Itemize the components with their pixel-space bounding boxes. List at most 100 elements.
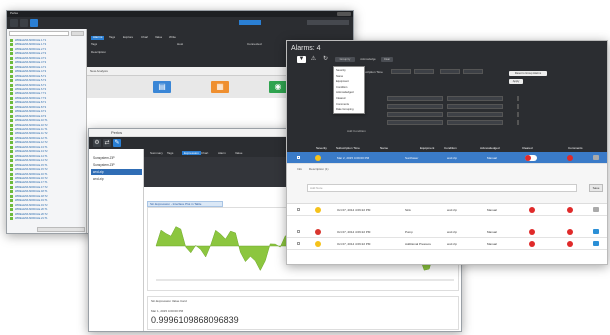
tree-item[interactable]: WIRELESS.MODULE.6.T1 [10,83,84,87]
tree-item[interactable]: WIRELESS.MODULE.13.T1 [10,145,84,149]
filter-select[interactable] [447,96,503,101]
dropdown-item[interactable]: Comments [336,103,349,106]
dropdown-item[interactable]: Cleared [336,97,345,100]
filter-select[interactable] [517,112,519,117]
comment-input[interactable]: Add Note [307,184,577,192]
tree-item[interactable]: WIRELESS.MODULE.13.T2 [10,150,84,154]
tree-item[interactable]: WIRELESS.MODULE.14.T2 [10,159,84,163]
filter-field-dropdown[interactable]: Severity Name Equipment Condition Acknowledg… [333,66,365,114]
dropdown-item[interactable]: Condition [336,86,347,89]
comment-icon[interactable] [593,241,599,246]
table-row[interactable]: Oct 07, 2014 4:09:22 PM Sink wvd.zip Manual [287,204,607,216]
filter-select[interactable] [447,104,503,109]
tree-item[interactable]: WIRELESS.MODULE.11.T1 [10,128,84,131]
acknowledge-icon[interactable] [529,229,535,235]
tab-alarm[interactable]: Alarm [216,151,228,155]
tab-explore[interactable]: Explore [123,36,133,40]
tab-alarms[interactable]: Alarms [91,36,105,40]
tree-item[interactable]: WIRELESS.MODULE.4.T1 [10,65,84,69]
tree-item[interactable]: WIRELESS.MODULE.20.T2 [10,212,84,216]
comment-icon[interactable] [593,229,599,234]
tree-item[interactable]: WIRELESS.MODULE.7.T2 [10,96,84,100]
dropdown-item[interactable]: Date Grouping [336,108,353,111]
tab-chart[interactable]: Chart [141,36,148,40]
tree-item[interactable]: WIRELESS.MODULE.18.T2 [10,194,84,198]
dropdown-item[interactable]: Name [336,75,343,78]
tree-item[interactable]: WIRELESS.MODULE.3.T1 [10,56,84,60]
window-controls[interactable] [92,131,106,144]
reset-group-button[interactable]: Reset to Group Alarms [509,71,547,76]
tree-item[interactable]: WIRELESS.MODULE.2.T1 [10,47,84,51]
column-header[interactable]: Name [380,146,388,150]
tree-item[interactable]: WIRELESS.MODULE.1.T1 [10,39,84,42]
tree-item[interactable]: WIRELESS.MODULE.11.T2 [10,132,84,136]
acknowledge-toggle[interactable] [525,155,537,161]
tree-item[interactable]: WIRELESS.MODULE.15.T1 [10,163,84,167]
filter-select[interactable] [387,112,443,117]
detail-tab[interactable]: Description (1) [309,167,329,171]
page-dots[interactable] [105,327,129,331]
tree-item[interactable]: WIRELESS.MODULE.10.T2 [10,123,84,127]
tree-filter-button[interactable] [71,31,84,36]
bell-icon[interactable]: ⚠ [309,56,318,63]
nav-up-icon[interactable] [20,19,28,27]
tree-item[interactable]: WIRELESS.MODULE.4.T2 [10,70,84,74]
comment-icon[interactable] [593,207,599,212]
tree-item[interactable]: WIRELESS.MODULE.15.T2 [10,168,84,172]
share-icon[interactable]: ⇄ [103,139,111,147]
time-from-time-input[interactable] [414,69,434,74]
apply-button[interactable]: Apply [509,79,523,84]
group-by-button[interactable]: Group by [335,57,355,62]
filter-select[interactable] [387,96,443,101]
tree-item[interactable]: WIRELESS.MODULE.12.T2 [10,141,84,145]
filter-icon[interactable]: ▼ [297,56,306,63]
tab-value[interactable]: Value [233,151,244,155]
dropdown-item[interactable]: Acknowledged [336,91,353,94]
row-checkbox[interactable] [297,230,300,233]
file-list-item[interactable]: Sunsystem.ZIP [91,162,142,168]
tree-item[interactable]: WIRELESS.MODULE.18.T1 [10,190,84,194]
tool-tile[interactable]: ▦ [211,81,229,93]
filter-select[interactable] [447,120,503,125]
time-from-input[interactable] [391,69,411,74]
tree-item[interactable]: WIRELESS.MODULE.17.T1 [10,181,84,185]
file-list-item[interactable]: wvd.zip [91,169,142,175]
row-checkbox[interactable] [297,156,300,159]
column-header[interactable]: Cleared [522,146,533,150]
tree-item[interactable]: WIRELESS.MODULE.8.T1 [10,101,84,105]
tree-item[interactable]: WIRELESS.MODULE.21.T1 [10,217,84,220]
tree-item[interactable]: WIRELESS.MODULE.3.T2 [10,61,84,65]
tree-pager[interactable] [37,227,85,232]
table-row[interactable]: Oct 07, 2014 4:09:22 PM Additional Pressu… [287,238,607,250]
tree-item[interactable]: WIRELESS.MODULE.20.T1 [10,208,84,212]
time-to-time-input[interactable] [463,69,483,74]
tree-item[interactable]: WIRELESS.MODULE.6.T2 [10,87,84,91]
tree-item[interactable]: WIRELESS.MODULE.5.T1 [10,74,84,78]
filter-select[interactable] [517,104,519,109]
tab-chart[interactable]: Chart [199,151,210,155]
detail-tab[interactable]: Info [297,167,302,171]
tree-item[interactable]: WIRELESS.MODULE.8.T2 [10,105,84,109]
filter-select[interactable] [387,120,443,125]
column-header[interactable]: Comments [568,146,583,150]
filter-select[interactable] [387,104,443,109]
column-header[interactable]: Condition [444,146,457,150]
column-header[interactable]: Equipment [420,146,434,150]
tree-item[interactable]: WIRELESS.MODULE.9.T1 [10,110,84,114]
file-list-item[interactable]: wvd.zip [91,176,142,182]
refresh-icon[interactable]: ↻ [321,56,330,63]
tab-write[interactable]: Write [169,36,176,40]
column-header[interactable]: Subscription Time [336,146,360,150]
tree-item[interactable]: WIRELESS.MODULE.10.T1 [10,119,84,123]
time-to-input[interactable] [440,69,460,74]
tools-icon[interactable]: ✎ [113,139,121,147]
tab-value[interactable]: Value [155,36,162,40]
tree-item[interactable]: WIRELESS.MODULE.7.T1 [10,92,84,96]
tool-tile[interactable]: ▤ [153,81,171,93]
tools-icon[interactable] [30,19,38,27]
nav-back-icon[interactable] [10,19,18,27]
search-input[interactable] [307,20,349,25]
tree-item[interactable]: WIRELESS.MODULE.16.T1 [10,172,84,176]
tab-summary[interactable]: Summary [148,151,165,155]
acknowledge-button[interactable]: Acknowledge [358,57,378,62]
